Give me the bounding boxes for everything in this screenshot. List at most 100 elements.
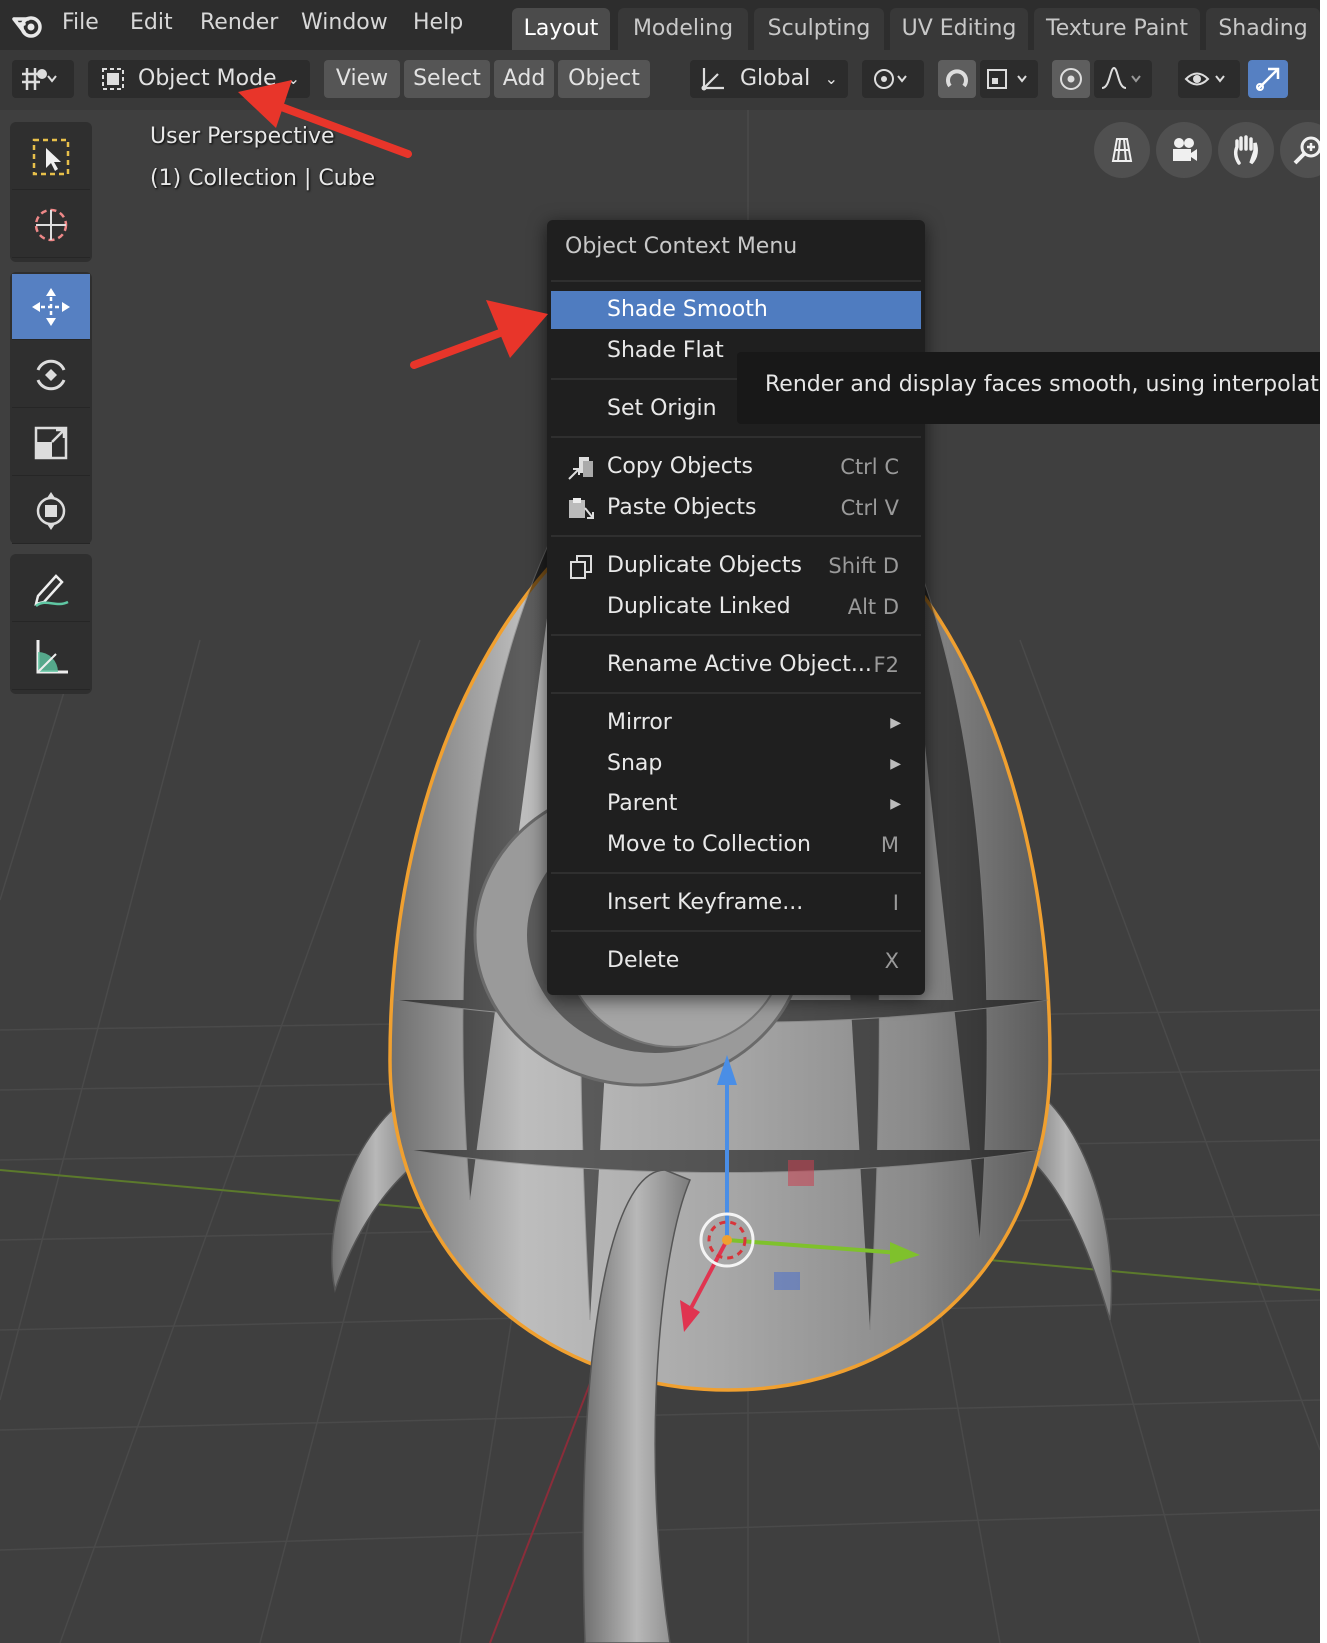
menu-item-label: Duplicate Linked xyxy=(607,594,791,619)
menu-item-duplicate-objects[interactable]: Duplicate Objects Shift D xyxy=(551,547,921,585)
menu-item-shortcut: Ctrl V xyxy=(840,496,899,520)
gizmo-icon xyxy=(1256,67,1280,91)
chevron-down-icon: ⌄ xyxy=(286,69,300,88)
pan-view-button[interactable] xyxy=(1218,122,1274,178)
transform-orientation-dropdown[interactable]: Global ⌄ xyxy=(690,60,848,98)
move-tool[interactable] xyxy=(12,274,90,340)
editor-type-button[interactable] xyxy=(12,60,74,98)
falloff-curve-icon xyxy=(1101,66,1141,89)
viewport-header: Object Mode ⌄ View Select Add Object Glo… xyxy=(0,50,1320,110)
menu-divider xyxy=(551,634,921,636)
menu-divider xyxy=(551,436,921,438)
collection-info-label: (1) Collection | Cube xyxy=(150,166,376,191)
mode-label: Object Mode xyxy=(138,66,277,91)
proportional-editing-toggle[interactable] xyxy=(1052,60,1090,98)
menu-item-label: Copy Objects xyxy=(607,454,753,479)
menu-item-label: Rename Active Object... xyxy=(607,652,872,677)
transform-icon xyxy=(36,491,66,530)
cursor-icon xyxy=(34,208,68,241)
tab-texture-paint[interactable]: Texture Paint xyxy=(1034,8,1200,50)
copy-objects-icon xyxy=(568,457,593,480)
object-menu[interactable]: Object xyxy=(558,60,650,98)
tooltip-text: Render and display faces smooth, using i… xyxy=(765,372,1320,397)
snap-toggle[interactable] xyxy=(938,60,976,98)
menu-help[interactable]: Help xyxy=(413,10,463,35)
scale-tool[interactable] xyxy=(12,410,90,476)
menu-item-insert-keyframe[interactable]: Insert Keyframe... I xyxy=(551,884,921,922)
submenu-arrow-icon: ▶ xyxy=(890,715,901,731)
snap-target-dropdown[interactable] xyxy=(980,60,1038,98)
menu-item-label: Snap xyxy=(607,751,663,776)
menu-item-parent[interactable]: Parent ▶ xyxy=(551,785,921,823)
rotate-icon xyxy=(36,359,66,390)
move-icon xyxy=(32,287,70,326)
menu-item-shortcut: Alt D xyxy=(847,595,899,619)
menu-divider xyxy=(551,280,921,282)
menu-divider xyxy=(551,930,921,932)
menu-divider xyxy=(551,872,921,874)
menu-item-delete[interactable]: Delete X xyxy=(551,942,921,980)
chevron-down-icon: ⌄ xyxy=(824,69,838,88)
menu-item-shortcut: M xyxy=(880,833,899,857)
tab-modeling[interactable]: Modeling xyxy=(618,8,748,50)
gizmo-toggle[interactable] xyxy=(1248,60,1288,98)
menu-divider xyxy=(551,692,921,694)
menu-item-duplicate-linked[interactable]: Duplicate Linked Alt D xyxy=(551,588,921,626)
menu-item-label: Shade Smooth xyxy=(607,297,768,322)
visibility-dropdown[interactable] xyxy=(1178,60,1240,98)
menu-item-snap[interactable]: Snap ▶ xyxy=(551,745,921,783)
hand-icon xyxy=(1233,135,1258,165)
select-box-icon xyxy=(32,138,70,175)
falloff-dropdown[interactable] xyxy=(1094,60,1152,98)
menu-file[interactable]: File xyxy=(62,10,99,35)
menu-item-label: Delete xyxy=(607,948,680,973)
menu-item-rename-active-object[interactable]: Rename Active Object... F2 xyxy=(551,646,921,684)
add-menu[interactable]: Add xyxy=(494,60,554,98)
orientation-icon xyxy=(701,68,724,91)
menu-item-shade-smooth[interactable]: Shade Smooth xyxy=(551,291,921,329)
scale-icon xyxy=(34,426,68,459)
camera-view-button[interactable] xyxy=(1156,122,1212,178)
tab-uv-editing[interactable]: UV Editing xyxy=(890,8,1028,50)
menu-render[interactable]: Render xyxy=(200,10,278,35)
cursor-tool[interactable] xyxy=(12,192,90,258)
select-box-tool[interactable] xyxy=(12,124,90,190)
menu-item-label: Paste Objects xyxy=(607,495,757,520)
menu-item-label: Move to Collection xyxy=(607,832,811,857)
annotate-tool[interactable] xyxy=(12,556,90,622)
tool-group-annotate xyxy=(10,554,92,694)
menu-item-shortcut: I xyxy=(892,891,899,915)
magnet-icon xyxy=(946,69,968,88)
pivot-point-dropdown[interactable] xyxy=(862,60,924,98)
transform-tool[interactable] xyxy=(12,478,90,544)
orientation-label: Global xyxy=(740,66,811,91)
view-menu[interactable]: View xyxy=(324,60,400,98)
menu-item-move-to-collection[interactable]: Move to Collection M xyxy=(551,826,921,864)
submenu-arrow-icon: ▶ xyxy=(890,756,901,772)
zoom-icon xyxy=(1293,136,1320,165)
menu-item-copy-objects[interactable]: Copy Objects Ctrl C xyxy=(551,448,921,486)
rotate-tool[interactable] xyxy=(12,342,90,408)
blender-logo-icon[interactable] xyxy=(12,10,44,40)
toggle-camera-view-button[interactable] xyxy=(1094,122,1150,178)
menu-window[interactable]: Window xyxy=(301,10,388,35)
menu-item-label: Duplicate Objects xyxy=(607,553,802,578)
duplicate-icon xyxy=(570,555,592,579)
menu-item-paste-objects[interactable]: Paste Objects Ctrl V xyxy=(551,489,921,527)
select-menu[interactable]: Select xyxy=(404,60,490,98)
measure-tool[interactable] xyxy=(12,624,90,690)
tab-layout[interactable]: Layout xyxy=(512,8,610,50)
menu-item-shortcut: X xyxy=(884,949,899,973)
menu-item-mirror[interactable]: Mirror ▶ xyxy=(551,704,921,742)
paste-objects-icon xyxy=(569,498,594,519)
annotate-pencil-icon xyxy=(34,573,69,607)
tab-shading[interactable]: Shading xyxy=(1206,8,1320,50)
mode-selector[interactable]: Object Mode ⌄ xyxy=(88,60,310,98)
measure-icon xyxy=(36,639,68,673)
menu-edit[interactable]: Edit xyxy=(130,10,173,35)
eye-icon xyxy=(1184,72,1225,86)
tooltip: Render and display faces smooth, using i… xyxy=(737,352,1320,424)
tab-sculpting[interactable]: Sculpting xyxy=(754,8,884,50)
submenu-arrow-icon: ▶ xyxy=(890,796,901,812)
menu-item-label: Insert Keyframe... xyxy=(607,890,804,915)
